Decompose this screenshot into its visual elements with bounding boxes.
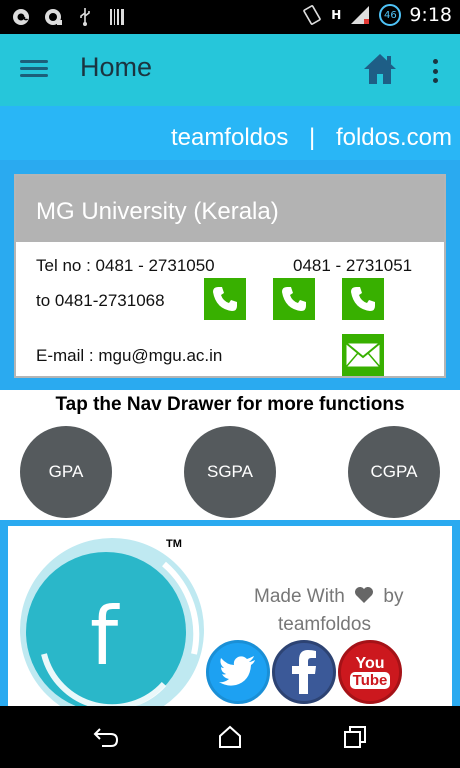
youtube-word-top: You (355, 654, 385, 672)
facebook-button[interactable] (272, 640, 336, 704)
battery-badge: 46 (379, 4, 402, 26)
signal-icon (349, 4, 371, 26)
youtube-button[interactable]: You Tube (338, 640, 402, 704)
made-with-text: Made With (254, 586, 345, 607)
university-name: MG University (Kerala) (36, 198, 279, 225)
heart-icon (354, 586, 374, 604)
more-vert-icon[interactable] (428, 56, 442, 86)
tel-number-2: 0481 - 2731051 (293, 256, 413, 275)
clock: 9:18 (409, 4, 452, 26)
sgpa-button[interactable]: SGPA (184, 426, 276, 518)
at-icon (10, 6, 32, 28)
home-icon[interactable] (362, 52, 398, 86)
rotate-icon (301, 4, 323, 26)
hamburger-menu-icon[interactable] (20, 56, 50, 82)
email-button[interactable] (342, 334, 384, 376)
nav-drawer-hint: Tap the Nav Drawer for more functions (55, 394, 405, 415)
cgpa-button[interactable]: CGPA (348, 426, 440, 518)
team-name: teamfoldos (278, 614, 371, 635)
banner-team-link[interactable]: teamfoldos (171, 124, 288, 151)
phone-icon (351, 287, 375, 311)
banner-text: teamfoldos | foldos.com (171, 124, 452, 152)
usb-icon (74, 6, 96, 28)
banner-site-link[interactable]: foldos.com (336, 124, 452, 151)
made-with-line: Made With by (254, 586, 403, 608)
barcode-icon (106, 6, 128, 28)
by-text: by (383, 586, 404, 607)
call-button-1[interactable] (204, 278, 246, 320)
call-button-2[interactable] (273, 278, 315, 320)
phone-icon (282, 287, 306, 311)
page-title: Home (80, 52, 153, 82)
banner-separator: | (309, 124, 316, 151)
contact-card: MG University (Kerala) Tel no : 0481 - 2… (14, 174, 446, 378)
contact-card-header: MG University (Kerala) (16, 176, 444, 242)
system-nav-bar (0, 706, 460, 768)
status-right-icons: H 46 9:18 (301, 4, 452, 26)
tel-number-1: Tel no : 0481 - 2731050 (36, 256, 215, 275)
back-icon[interactable] (91, 724, 121, 750)
app-bar: Home (0, 34, 460, 106)
recents-icon[interactable] (340, 724, 370, 750)
tel-range: to 0481-2731068 (36, 291, 165, 310)
phone-icon (213, 287, 237, 311)
twitter-icon (219, 656, 255, 686)
mail-icon (345, 342, 381, 368)
youtube-icon: You Tube (349, 654, 391, 689)
site-banner: teamfoldos | foldos.com (0, 106, 460, 160)
twitter-button[interactable] (206, 640, 270, 704)
facebook-icon (292, 650, 316, 694)
footer-card: f TM Made With by teamfoldos You Tube (8, 526, 452, 706)
svg-text:f: f (90, 590, 120, 683)
youtube-word-bottom: Tube (349, 671, 391, 689)
trademark-mark: TM (166, 538, 182, 550)
gpa-button[interactable]: GPA (20, 426, 112, 518)
home-nav-icon[interactable] (215, 724, 245, 750)
status-left-icons (10, 6, 128, 28)
network-type: H (331, 8, 342, 22)
status-bar: H 46 9:18 (0, 0, 460, 34)
record-icon (42, 6, 64, 28)
foldos-logo: f (14, 534, 214, 706)
call-button-3[interactable] (342, 278, 384, 320)
email-address[interactable]: E-mail : mgu@mgu.ac.in (36, 346, 222, 366)
